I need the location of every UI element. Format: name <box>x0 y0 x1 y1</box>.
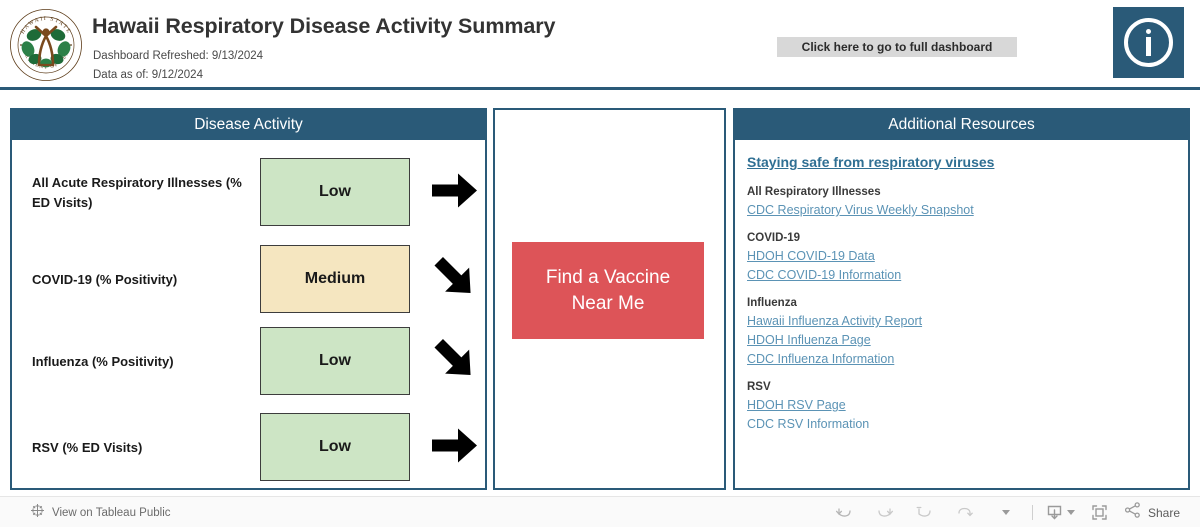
data-as-of-label: Data as of: 9/12/2024 <box>93 69 203 81</box>
download-icon[interactable] <box>1040 497 1080 527</box>
additional-resources-panel-title: Additional Resources <box>735 110 1188 140</box>
disease-activity-panel-title: Disease Activity <box>12 110 485 140</box>
resource-link[interactable]: HDOH RSV Page <box>747 396 1188 415</box>
disease-activity-panel: Disease Activity All Acute Respiratory I… <box>10 108 487 490</box>
link-staying-safe[interactable]: Staying safe from respiratory viruses <box>747 154 994 170</box>
chevron-down-glyph <box>1002 510 1011 515</box>
table-row: All Acute Respiratory Illnesses (% ED Vi… <box>12 152 485 233</box>
page-header: HAWAII STATE DEPARTMENT OF HEALTH <box>0 0 1200 90</box>
dashboard-refreshed-label: Dashboard Refreshed: 9/13/2024 <box>93 50 264 62</box>
page-title: Hawaii Respiratory Disease Activity Summ… <box>92 14 556 38</box>
header-divider <box>0 87 1200 90</box>
arrow-right-icon <box>430 167 480 218</box>
arrow-right-icon <box>430 422 480 473</box>
additional-resources-body: Staying safe from respiratory viruses Al… <box>735 140 1188 434</box>
view-on-tableau-public-label: View on Tableau Public <box>52 506 171 519</box>
chevron-down-icon[interactable] <box>985 497 1025 527</box>
resource-link[interactable]: Hawaii Influenza Activity Report <box>747 312 1188 331</box>
resource-group-heading: Influenza <box>747 297 797 309</box>
activity-level-badge[interactable]: Low <box>260 158 410 226</box>
resource-group-heading: COVID-19 <box>747 232 801 244</box>
toolbar-separator <box>1031 505 1033 520</box>
table-row: COVID-19 (% Positivity) Medium <box>12 239 485 320</box>
dashboard-root: HAWAII STATE DEPARTMENT OF HEALTH <box>0 0 1200 527</box>
disease-label: RSV (% ED Visits) <box>32 439 143 455</box>
disease-label: Influenza (% Positivity) <box>32 353 174 369</box>
redo-icon[interactable] <box>865 497 905 527</box>
find-vaccine-line2: Near Me <box>571 292 645 314</box>
tableau-toolbar: View on Tableau Public Share <box>0 496 1200 527</box>
activity-level-badge[interactable]: Medium <box>260 245 410 313</box>
arrow-down-right-icon <box>430 254 480 305</box>
undo-icon[interactable] <box>825 497 865 527</box>
hawaii-doh-seal-logo: HAWAII STATE DEPARTMENT OF HEALTH <box>8 7 84 83</box>
arrow-down-right-icon <box>430 336 480 387</box>
disease-label: All Acute Respiratory Illnesses (% ED Vi… <box>32 174 242 210</box>
resource-group-heading: All Respiratory Illnesses <box>747 186 881 198</box>
find-vaccine-panel: Find a Vaccine Near Me <box>493 108 726 490</box>
resource-link[interactable]: HDOH Influenza Page <box>747 331 1188 350</box>
resource-group: All Respiratory Illnesses CDC Respirator… <box>747 186 1188 220</box>
activity-level-badge[interactable]: Low <box>260 327 410 395</box>
info-icon[interactable] <box>1113 7 1184 78</box>
fullscreen-icon[interactable] <box>1080 497 1120 527</box>
share-label: Share <box>1147 505 1180 520</box>
resource-link[interactable]: CDC Respiratory Virus Weekly Snapshot <box>747 201 1188 220</box>
refresh-icon[interactable] <box>945 497 985 527</box>
info-icon-dot <box>1146 29 1151 34</box>
resource-group: Influenza Hawaii Influenza Activity Repo… <box>747 297 1188 369</box>
chevron-down-glyph <box>1066 510 1075 515</box>
disease-label: COVID-19 (% Positivity) <box>32 271 178 287</box>
resource-link[interactable]: HDOH COVID-19 Data <box>747 247 1188 266</box>
revert-icon[interactable] <box>905 497 945 527</box>
share-icon <box>1124 501 1142 524</box>
resource-link[interactable]: CDC Influenza Information <box>747 350 1188 369</box>
info-icon-stem <box>1146 37 1151 56</box>
activity-level-badge[interactable]: Low <box>260 413 410 481</box>
tableau-logo-icon <box>30 503 45 523</box>
resource-group: COVID-19 HDOH COVID-19 Data CDC COVID-19… <box>747 232 1188 285</box>
resource-link[interactable]: CDC COVID-19 Information <box>747 266 1188 285</box>
resource-link[interactable]: CDC RSV Information <box>747 415 1188 434</box>
full-dashboard-button[interactable]: Click here to go to full dashboard <box>777 37 1017 57</box>
find-vaccine-line1: Find a Vaccine <box>545 266 671 288</box>
find-vaccine-near-me-button[interactable]: Find a Vaccine Near Me <box>512 242 704 339</box>
disease-activity-rows: All Acute Respiratory Illnesses (% ED Vi… <box>12 140 485 488</box>
view-on-tableau-public-link[interactable]: View on Tableau Public <box>30 497 171 527</box>
find-vaccine-body: Find a Vaccine Near Me <box>495 110 724 488</box>
toolbar-actions: Share <box>825 497 1188 527</box>
additional-resources-panel: Additional Resources Staying safe from r… <box>733 108 1190 490</box>
resource-group: RSV HDOH RSV Page CDC RSV Information <box>747 381 1188 434</box>
resource-group-heading: RSV <box>747 381 771 393</box>
table-row: RSV (% ED Visits) Low <box>12 407 485 488</box>
table-row: Influenza (% Positivity) Low <box>12 321 485 402</box>
share-button[interactable]: Share <box>1120 497 1188 527</box>
